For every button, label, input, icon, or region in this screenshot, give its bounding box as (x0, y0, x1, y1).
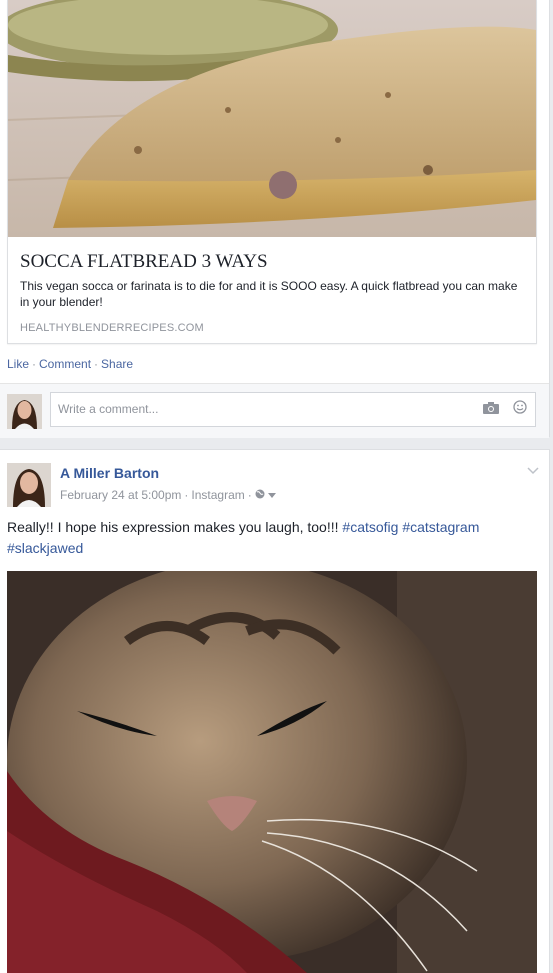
hashtag[interactable]: #catsofig (342, 519, 398, 535)
post-date[interactable]: February 24 at 5:00pm (60, 488, 181, 502)
link-preview[interactable]: SOCCA FLATBREAD 3 WAYS This vegan socca … (7, 0, 537, 344)
post-actions: Like · Comment · Share (7, 357, 133, 371)
author-name[interactable]: A Miller Barton (60, 465, 159, 481)
flatbread-photo[interactable] (8, 0, 536, 237)
post-options-chevron-icon[interactable] (527, 464, 539, 478)
comment-placeholder: Write a comment... (58, 402, 159, 416)
author-avatar[interactable] (7, 463, 51, 507)
post-meta: February 24 at 5:00pm · Instagram · (60, 488, 276, 502)
share-button[interactable]: Share (101, 357, 133, 371)
camera-icon[interactable] (483, 394, 499, 427)
chevron-down-icon[interactable] (267, 488, 276, 502)
post-text: Really!! I hope his expression makes you… (7, 517, 537, 559)
cat-photo[interactable] (7, 571, 537, 973)
separator: · (94, 357, 99, 371)
link-title[interactable]: SOCCA FLATBREAD 3 WAYS (20, 251, 268, 273)
separator: · (184, 488, 189, 502)
globe-icon[interactable] (255, 488, 265, 502)
like-button[interactable]: Like (7, 357, 29, 371)
separator: · (247, 488, 252, 502)
hashtag[interactable]: #catstagram (402, 519, 479, 535)
link-domain: HEALTHYBLENDERRECIPES.COM (20, 322, 204, 334)
link-post-card: SOCCA FLATBREAD 3 WAYS This vegan socca … (0, 0, 550, 438)
post-text-body: Really!! I hope his expression makes you… (7, 519, 343, 535)
hashtag[interactable]: #slackjawed (7, 540, 83, 556)
emoji-icon[interactable] (513, 394, 527, 427)
comment-area: Write a comment... (0, 383, 549, 438)
separator: · (32, 357, 37, 371)
photo-post-card: A Miller Barton February 24 at 5:00pm · … (0, 449, 550, 973)
comment-button[interactable]: Comment (39, 357, 91, 371)
comment-input[interactable]: Write a comment... (50, 392, 536, 427)
link-description: This vegan socca or farinata is to die f… (20, 279, 518, 309)
post-source[interactable]: Instagram (191, 488, 244, 502)
avatar[interactable] (7, 394, 42, 429)
comment-icons (483, 399, 527, 419)
